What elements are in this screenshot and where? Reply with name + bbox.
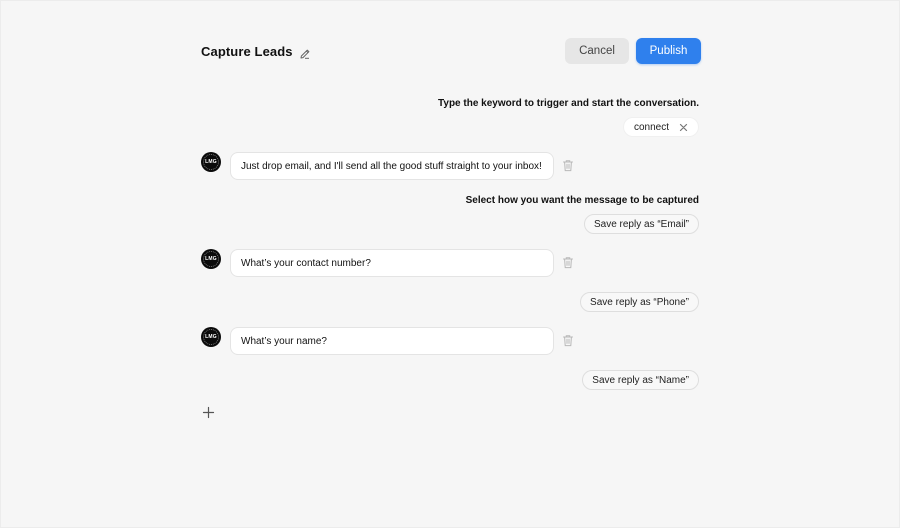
avatar: LMG bbox=[201, 249, 221, 269]
title-area: Capture Leads bbox=[201, 44, 311, 59]
message-bubble[interactable]: What’s your contact number? bbox=[230, 249, 554, 277]
pencil-icon[interactable] bbox=[299, 47, 311, 59]
close-icon[interactable] bbox=[679, 123, 688, 132]
trigger-instruction: Type the keyword to trigger and start th… bbox=[438, 98, 699, 109]
avatar: LMG bbox=[201, 327, 221, 347]
trash-icon[interactable] bbox=[562, 159, 574, 172]
plus-icon[interactable] bbox=[202, 406, 215, 419]
trash-icon[interactable] bbox=[562, 256, 574, 269]
cancel-button[interactable]: Cancel bbox=[565, 38, 629, 64]
page-title: Capture Leads bbox=[201, 44, 293, 59]
avatar: LMG bbox=[201, 152, 221, 172]
publish-button[interactable]: Publish bbox=[636, 38, 701, 64]
save-reply-name-button[interactable]: Save reply as “Name” bbox=[582, 370, 699, 390]
keyword-label: connect bbox=[633, 121, 669, 133]
save-reply-phone-button[interactable]: Save reply as “Phone” bbox=[580, 292, 699, 312]
editor-canvas: Capture Leads Cancel Publish Type the ke… bbox=[0, 0, 900, 528]
message-bubble[interactable]: Just drop email, and I'll send all the g… bbox=[230, 152, 554, 180]
capture-instruction: Select how you want the message to be ca… bbox=[465, 195, 699, 206]
message-bubble[interactable]: What’s your name? bbox=[230, 327, 554, 355]
trash-icon[interactable] bbox=[562, 334, 574, 347]
keyword-chip[interactable]: connect bbox=[622, 117, 699, 137]
save-reply-email-button[interactable]: Save reply as “Email” bbox=[583, 214, 699, 234]
